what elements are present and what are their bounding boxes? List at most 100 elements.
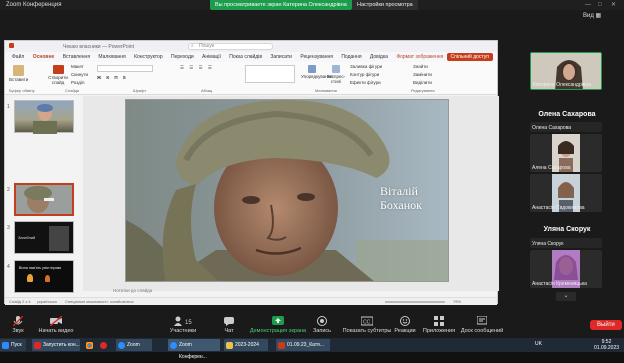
clock[interactable]: 9:52 01.09.2023 (594, 339, 619, 351)
tab-animations[interactable]: Анімації (202, 52, 221, 62)
tab-draw[interactable]: Малювання (98, 52, 125, 62)
tab-file[interactable]: Файл (12, 52, 24, 62)
view-button[interactable]: Вид ▦ (583, 12, 601, 19)
start-button[interactable]: Пуск (0, 339, 26, 351)
tab-record[interactable]: Записати (270, 52, 292, 62)
shapes-gallery[interactable] (245, 65, 295, 83)
zoom-level[interactable]: 79% (453, 298, 461, 306)
tab-design[interactable]: Конструктор (134, 52, 163, 62)
shape-outline-button[interactable]: Контур фігури (350, 72, 379, 77)
slide-thumb-4[interactable]: Вічна пам'ять усім героям (14, 260, 74, 293)
status-accessibility[interactable]: Спеціальні можливості: ознайомтеся (65, 298, 134, 306)
ribbon-group-editing: Редагування (411, 88, 435, 93)
participant-name: Катерина Олександрівна (533, 82, 591, 88)
ribbon-group-drawing: Малювання (315, 88, 337, 93)
meeting-toolbar: Звук Начать видео 15 Участники Чат Демон… (0, 314, 624, 338)
tab-insert[interactable]: Вставлення (63, 52, 90, 62)
start-video-button[interactable]: Начать видео (28, 316, 84, 334)
shape-fill-button[interactable]: Заливка фігури (350, 64, 382, 69)
apps-icon (434, 316, 444, 326)
ppt-titlebar: Чекаю власники — PowerPoint ⌕ Пошук (5, 41, 497, 52)
slide-canvas: Віталій Боханок (83, 96, 499, 291)
slide-thumbnails: 1 2 3 Загиблий 4 Вічна пам'ять усім геро… (5, 96, 83, 293)
participant-tile[interactable]: Катерина Олександрівна (530, 52, 602, 90)
share-banner: Вы просматриваете экран Катерина Олексан… (210, 0, 352, 10)
record-icon (317, 316, 327, 326)
grid-view-icon: ▦ (595, 13, 602, 19)
slide-title-text[interactable]: Віталій Боханок (380, 184, 422, 212)
ppt-status-bar: Слайд 2 з 4 українська Спеціальні можлив… (5, 297, 497, 305)
tab-transitions[interactable]: Переходи (171, 52, 194, 62)
paste-button[interactable]: Вставити (9, 65, 28, 82)
leave-button[interactable]: Выйти (590, 320, 622, 330)
chevron-down-icon[interactable]: ⌄ (556, 292, 576, 301)
minimize-icon[interactable]: — (585, 0, 591, 10)
reset-button[interactable]: Скинути (71, 72, 88, 77)
svg-text:CC: CC (363, 320, 371, 326)
app-icon (34, 342, 41, 349)
photo-placeholder (49, 226, 69, 251)
candle-icon (45, 275, 50, 282)
language-indicator[interactable]: UK (535, 341, 542, 347)
slide-thumb-2[interactable] (14, 183, 74, 216)
ribbon-group-slides: Слайди (65, 88, 80, 93)
select-button[interactable]: Виділити (413, 80, 432, 85)
new-slide-button[interactable]: Створити слайд (47, 65, 69, 85)
taskbar-item[interactable]: Запустить кон... (32, 339, 80, 351)
slide-number: 3 (7, 225, 10, 231)
participant-name: Олена Сахарова (532, 125, 572, 131)
zoom-slider[interactable] (385, 301, 445, 303)
whiteboard-button[interactable]: Доск сообщений (450, 316, 514, 334)
chrome-icon[interactable] (84, 339, 96, 351)
tab-picture-format[interactable]: Формат зображення (396, 52, 443, 62)
tab-slideshow[interactable]: Показ слайдів (229, 52, 262, 62)
tab-review[interactable]: Рецензування (300, 52, 333, 62)
paragraph-buttons[interactable]: ☰ ☰ ☰ ☰ (180, 65, 214, 71)
current-slide[interactable]: Віталій Боханок (125, 99, 449, 282)
status-language[interactable]: українська (37, 298, 57, 306)
taskbar-item-active[interactable]: Zoom Конферен... (168, 339, 220, 360)
share-access-button[interactable]: Спільний доступ (446, 53, 493, 61)
layout-button[interactable]: Макет (71, 64, 84, 69)
view-settings-button[interactable]: Настройки просмотра (352, 0, 418, 10)
participant-name: Уляна Скорук (532, 241, 564, 247)
close-icon[interactable]: ✕ (611, 0, 616, 10)
new-slide-icon (52, 65, 64, 74)
participant-tile[interactable]: Олена Сахарова (530, 122, 602, 132)
section-button[interactable]: Розділ (71, 80, 84, 85)
taskbar-item[interactable]: Zoom (116, 339, 152, 351)
participant-name: Алена Сахарова (532, 165, 571, 171)
tab-help[interactable]: Довідка (370, 52, 388, 62)
ppt-ribbon: Вставити Створити слайд Макет Скинути Ро… (5, 62, 497, 95)
replace-button[interactable]: Замінити (413, 72, 432, 77)
find-button[interactable]: Знайти (413, 64, 428, 69)
tab-view[interactable]: Подання (341, 52, 361, 62)
search-icon: ⌕ (191, 43, 194, 49)
participant-name: Анастасія Кременицька (532, 281, 587, 287)
taskbar-item[interactable]: 2023-2024 (224, 339, 268, 351)
maximize-icon[interactable]: □ (598, 0, 602, 10)
ppt-window-title: Чекаю власники — PowerPoint (63, 44, 134, 50)
participant-tile[interactable]: Алена Сахарова (530, 134, 602, 172)
shared-screen-powerpoint: Чекаю власники — PowerPoint ⌕ Пошук Файл… (4, 40, 499, 305)
quick-styles-button[interactable]: Експрес-стилі (325, 65, 347, 84)
taskbar-item[interactable]: 01.09.23_Катя... (276, 339, 330, 351)
participant-tile[interactable]: Анастасія Євдокимова (530, 174, 602, 212)
arrange-button[interactable]: Упорядкування (301, 65, 333, 79)
slide-thumb-1[interactable] (14, 100, 74, 134)
powerpoint-logo-icon (9, 43, 14, 48)
slide-notes[interactable]: Нотатки до слайда (83, 288, 499, 295)
font-name-select[interactable] (97, 65, 153, 72)
arrange-icon (308, 65, 316, 73)
participant-name: Анастасія Євдокимова (532, 205, 585, 211)
participant-tile[interactable]: Анастасія Кременицька (530, 250, 602, 288)
camera-icon (50, 316, 62, 326)
font-format-buttons[interactable]: Ж К П S (97, 75, 128, 80)
participant-tile[interactable]: Уляна Скорук (530, 238, 602, 248)
shape-effects-button[interactable]: Ефекти фігури (350, 80, 381, 85)
slide-thumb-3[interactable]: Загиблий (14, 221, 74, 254)
participant-name-large: Олена Сахарова (538, 111, 596, 118)
ppt-search-input[interactable]: ⌕ Пошук (188, 43, 273, 50)
participant-name-large: Уляна Скорук (543, 226, 591, 233)
opera-icon[interactable] (98, 339, 110, 351)
